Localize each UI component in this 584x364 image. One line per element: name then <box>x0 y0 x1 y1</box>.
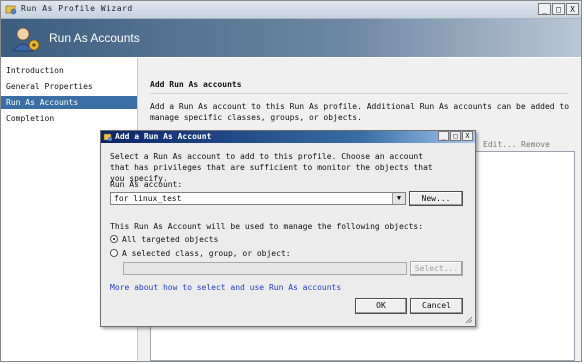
dialog-title: Add a Run As Account <box>115 132 212 141</box>
cancel-button[interactable]: Cancel <box>410 298 463 314</box>
close-button[interactable]: X <box>566 3 579 15</box>
run-as-account-value: for linux_test <box>114 194 182 203</box>
selected-object-field <box>123 262 407 275</box>
window-title: Run As Profile Wizard <box>21 4 133 13</box>
chevron-down-icon[interactable]: ▼ <box>392 193 405 204</box>
dialog-maximize-button[interactable]: □ <box>450 131 461 141</box>
selected-object-label[interactable]: A selected class, group, or object: <box>122 249 291 258</box>
run-as-account-select[interactable]: for linux_test ▼ <box>110 192 406 205</box>
select-object-button: Select... <box>410 261 463 276</box>
all-targeted-objects-label[interactable]: All targeted objects <box>122 235 218 244</box>
window-controls: _ □ X <box>538 3 579 16</box>
nav-item-introduction[interactable]: Introduction <box>1 64 137 77</box>
section-divider <box>150 93 568 94</box>
window-titlebar[interactable]: Run As Profile Wizard _ □ X <box>1 1 581 19</box>
edit-button[interactable]: Edit... <box>483 140 517 149</box>
dialog-app-icon <box>103 133 112 141</box>
user-gear-icon <box>12 27 40 52</box>
wizard-app-icon <box>5 5 17 15</box>
run-as-account-label: Run As account: <box>110 180 183 189</box>
remove-button[interactable]: Remove <box>521 140 550 149</box>
all-targeted-objects-radio[interactable] <box>110 235 118 243</box>
dialog-close-button[interactable]: X <box>462 131 473 141</box>
ok-button[interactable]: OK <box>355 298 407 314</box>
nav-item-run-as-accounts[interactable]: Run As Accounts <box>1 96 137 109</box>
selected-object-radio[interactable] <box>110 249 118 257</box>
resize-grip-icon[interactable] <box>464 315 473 324</box>
section-description: Add a Run As account to this Run As prof… <box>150 102 570 122</box>
dialog-controls: _ □ X <box>438 131 473 142</box>
maximize-button[interactable]: □ <box>552 3 565 15</box>
dialog-titlebar[interactable]: Add a Run As Account _ □ X <box>101 131 475 143</box>
nav-item-general-properties[interactable]: General Properties <box>1 80 137 93</box>
add-run-as-account-dialog: Add a Run As Account _ □ X Select a Run … <box>100 130 476 327</box>
nav-item-completion[interactable]: Completion <box>1 112 137 125</box>
section-title: Add Run As accounts <box>150 80 242 89</box>
help-link[interactable]: More about how to select and use Run As … <box>110 283 341 292</box>
manage-objects-label: This Run As Account will be used to mana… <box>110 222 424 231</box>
minimize-button[interactable]: _ <box>538 3 551 15</box>
header-title: Run As Accounts <box>49 31 140 45</box>
dialog-minimize-button[interactable]: _ <box>438 131 449 141</box>
wizard-header: Run As Accounts <box>1 19 581 57</box>
new-account-button[interactable]: New... <box>409 191 463 206</box>
